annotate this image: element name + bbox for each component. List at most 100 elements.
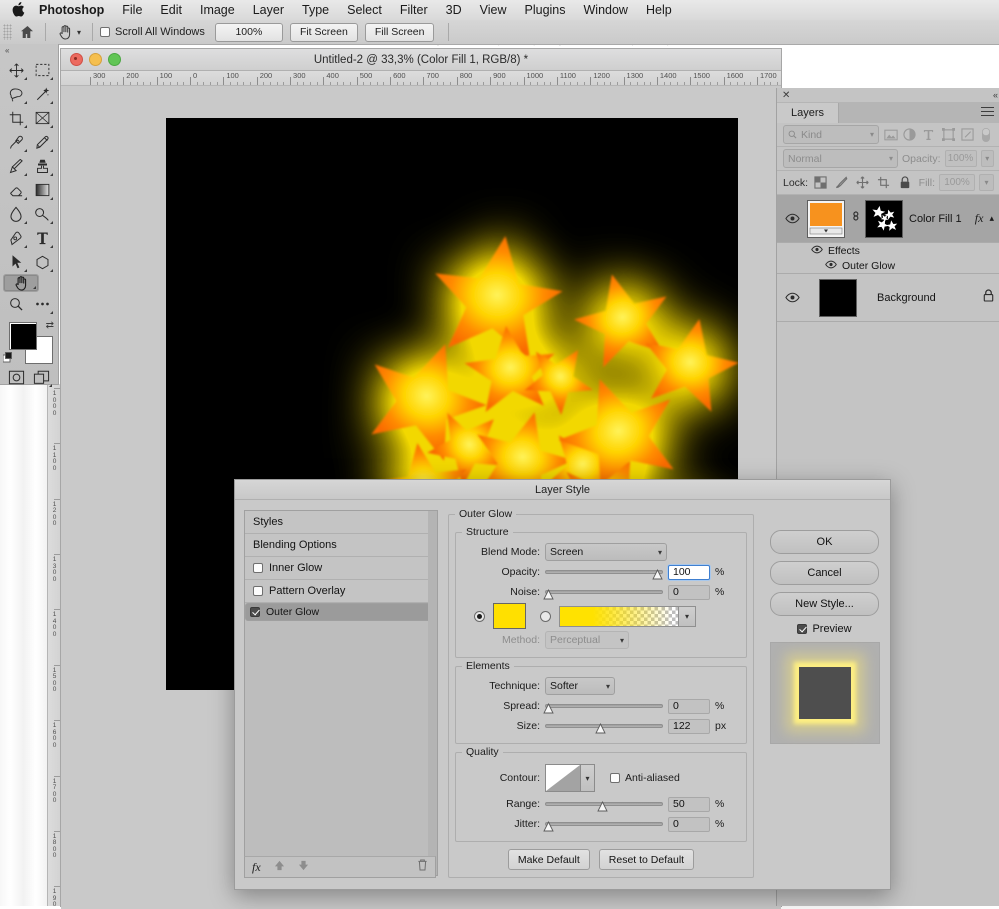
jitter-slider[interactable] (543, 816, 663, 832)
menu-filter[interactable]: Filter (400, 3, 428, 17)
style-list-scrollbar[interactable] (428, 511, 437, 875)
layer-blend-mode-select[interactable]: Normal ▾ (783, 149, 898, 168)
add-effect-fx-icon[interactable]: fx (252, 860, 261, 875)
chevron-down-icon[interactable]: ▾ (77, 28, 81, 37)
hand-tool[interactable] (3, 274, 39, 292)
layer-name[interactable]: Background (863, 292, 977, 304)
document-title-bar[interactable]: Untitled-2 @ 33,3% (Color Fill 1, RGB/8)… (61, 49, 781, 71)
chevron-down-icon[interactable]: ▾ (658, 548, 662, 557)
chevron-down-icon[interactable]: ▾ (620, 636, 624, 645)
path-selection-tool[interactable] (3, 250, 29, 274)
outer-glow-visibility-icon[interactable] (825, 260, 837, 272)
style-item-pattern-overlay[interactable]: Pattern Overlay (245, 580, 437, 603)
contour-picker[interactable]: ▾ (545, 764, 595, 792)
layer-row-background[interactable]: Background (777, 273, 999, 322)
apple-logo-icon[interactable] (12, 1, 25, 19)
contour-preview[interactable] (545, 764, 581, 792)
scroll-all-windows-option[interactable]: Scroll All Windows (100, 26, 205, 38)
range-input[interactable]: 50 (668, 796, 710, 812)
lasso-tool[interactable] (3, 82, 29, 106)
menu-view[interactable]: View (480, 3, 507, 17)
blend-mode-select[interactable]: Screen ▾ (545, 543, 667, 561)
home-icon[interactable] (16, 22, 38, 42)
effects-visibility-icon[interactable] (811, 245, 823, 257)
active-tool-picker[interactable]: ▾ (53, 24, 85, 41)
opacity-slider[interactable] (545, 564, 663, 580)
lock-all-icon[interactable] (896, 174, 913, 191)
reset-to-default-button[interactable]: Reset to Default (598, 849, 695, 870)
horizontal-ruler[interactable]: 300 200 100 0 100 200 300 400 500 600 700 800 900 100… (61, 71, 781, 86)
fill-value[interactable]: 100% (939, 174, 975, 191)
gradient-tool[interactable] (29, 178, 55, 202)
menu-type[interactable]: Type (302, 3, 329, 17)
lock-image-pixels-icon[interactable] (833, 174, 850, 191)
filter-toggle-icon[interactable] (979, 126, 994, 144)
pen-tool[interactable] (3, 226, 29, 250)
rectangular-marquee-tool[interactable] (29, 58, 55, 82)
layer-thumbnail-background[interactable] (819, 278, 857, 317)
cancel-button[interactable]: Cancel (770, 561, 879, 585)
menu-window[interactable]: Window (584, 3, 628, 17)
type-filter-icon[interactable] (921, 126, 936, 144)
menu-select[interactable]: Select (347, 3, 382, 17)
slider-thumb[interactable] (597, 799, 608, 812)
slider-thumb[interactable] (543, 819, 554, 832)
brush-tool[interactable] (3, 154, 29, 178)
tab-layers[interactable]: Layers (777, 103, 840, 123)
noise-input[interactable]: 0 (668, 584, 710, 600)
spread-input[interactable]: 0 (668, 698, 710, 714)
quick-mask-icon[interactable] (4, 365, 29, 389)
delete-effect-icon[interactable] (417, 858, 428, 876)
glow-gradient-picker[interactable]: ▾ (559, 605, 696, 627)
chevron-down-icon[interactable]: ▾ (679, 605, 696, 627)
eyedropper-tool[interactable] (3, 130, 29, 154)
vertical-ruler[interactable]: 1000 1100 1200 1300 1400 1500 1600 1700 1800 1900… (47, 384, 61, 906)
shape-tool[interactable] (29, 250, 55, 274)
zoom-100-button[interactable]: 100% (214, 22, 283, 42)
image-filter-icon[interactable] (883, 126, 898, 144)
inner-glow-checkbox[interactable] (253, 563, 263, 573)
layer-row-color-fill-1[interactable]: Color Fill 1 fx ▴ (777, 195, 999, 243)
glow-color-swatch[interactable] (493, 603, 526, 629)
lock-transparent-pixels-icon[interactable] (812, 174, 829, 191)
layer-link-icon[interactable] (851, 208, 859, 229)
expand-effects-icon[interactable]: ▴ (989, 213, 994, 224)
pattern-overlay-checkbox[interactable] (253, 586, 263, 596)
layer-name[interactable]: Color Fill 1 (909, 213, 969, 225)
crop-tool[interactable] (3, 106, 29, 130)
lock-position-icon[interactable] (854, 174, 871, 191)
chevron-down-icon[interactable]: ▾ (606, 682, 610, 691)
chevron-down-icon[interactable]: ▾ (581, 764, 595, 792)
lock-artboard-icon[interactable] (875, 174, 892, 191)
technique-select[interactable]: Softer ▾ (545, 677, 615, 695)
healing-brush-tool[interactable] (29, 130, 55, 154)
size-input[interactable]: 122 (668, 718, 710, 734)
anti-aliased-checkbox[interactable] (610, 773, 620, 783)
screen-mode-icon[interactable] (29, 365, 54, 389)
preview-checkbox[interactable] (797, 624, 808, 634)
slider-thumb[interactable] (652, 567, 663, 580)
blur-tool[interactable] (3, 202, 29, 226)
layer-thumbnail-color-fill[interactable] (807, 199, 845, 238)
adjustment-filter-icon[interactable] (902, 126, 917, 144)
opacity-value[interactable]: 100% (944, 150, 977, 167)
scroll-all-windows-checkbox[interactable] (100, 27, 111, 37)
noise-slider[interactable] (543, 584, 663, 600)
layer-mask-thumbnail[interactable] (865, 199, 903, 238)
menu-plugins[interactable]: Plugins (525, 3, 566, 17)
style-item-inner-glow[interactable]: Inner Glow (245, 557, 437, 580)
outer-glow-checkbox[interactable] (250, 607, 260, 617)
close-icon[interactable]: ✕ (782, 90, 790, 101)
style-item-outer-glow[interactable]: Outer Glow (245, 603, 437, 621)
slider-thumb[interactable] (543, 701, 554, 714)
collapse-panel-icon[interactable]: « (993, 90, 998, 100)
default-colors-icon[interactable] (2, 350, 14, 363)
layer-visibility-icon[interactable] (783, 213, 801, 224)
dodge-tool[interactable] (29, 202, 55, 226)
slider-thumb[interactable] (543, 587, 554, 600)
layer-effects-fx-icon[interactable]: fx (975, 211, 984, 226)
panel-menu-icon[interactable] (981, 107, 994, 119)
glow-fill-color-radio[interactable] (474, 610, 485, 622)
move-tool[interactable] (3, 58, 29, 82)
menu-help[interactable]: Help (646, 3, 672, 17)
